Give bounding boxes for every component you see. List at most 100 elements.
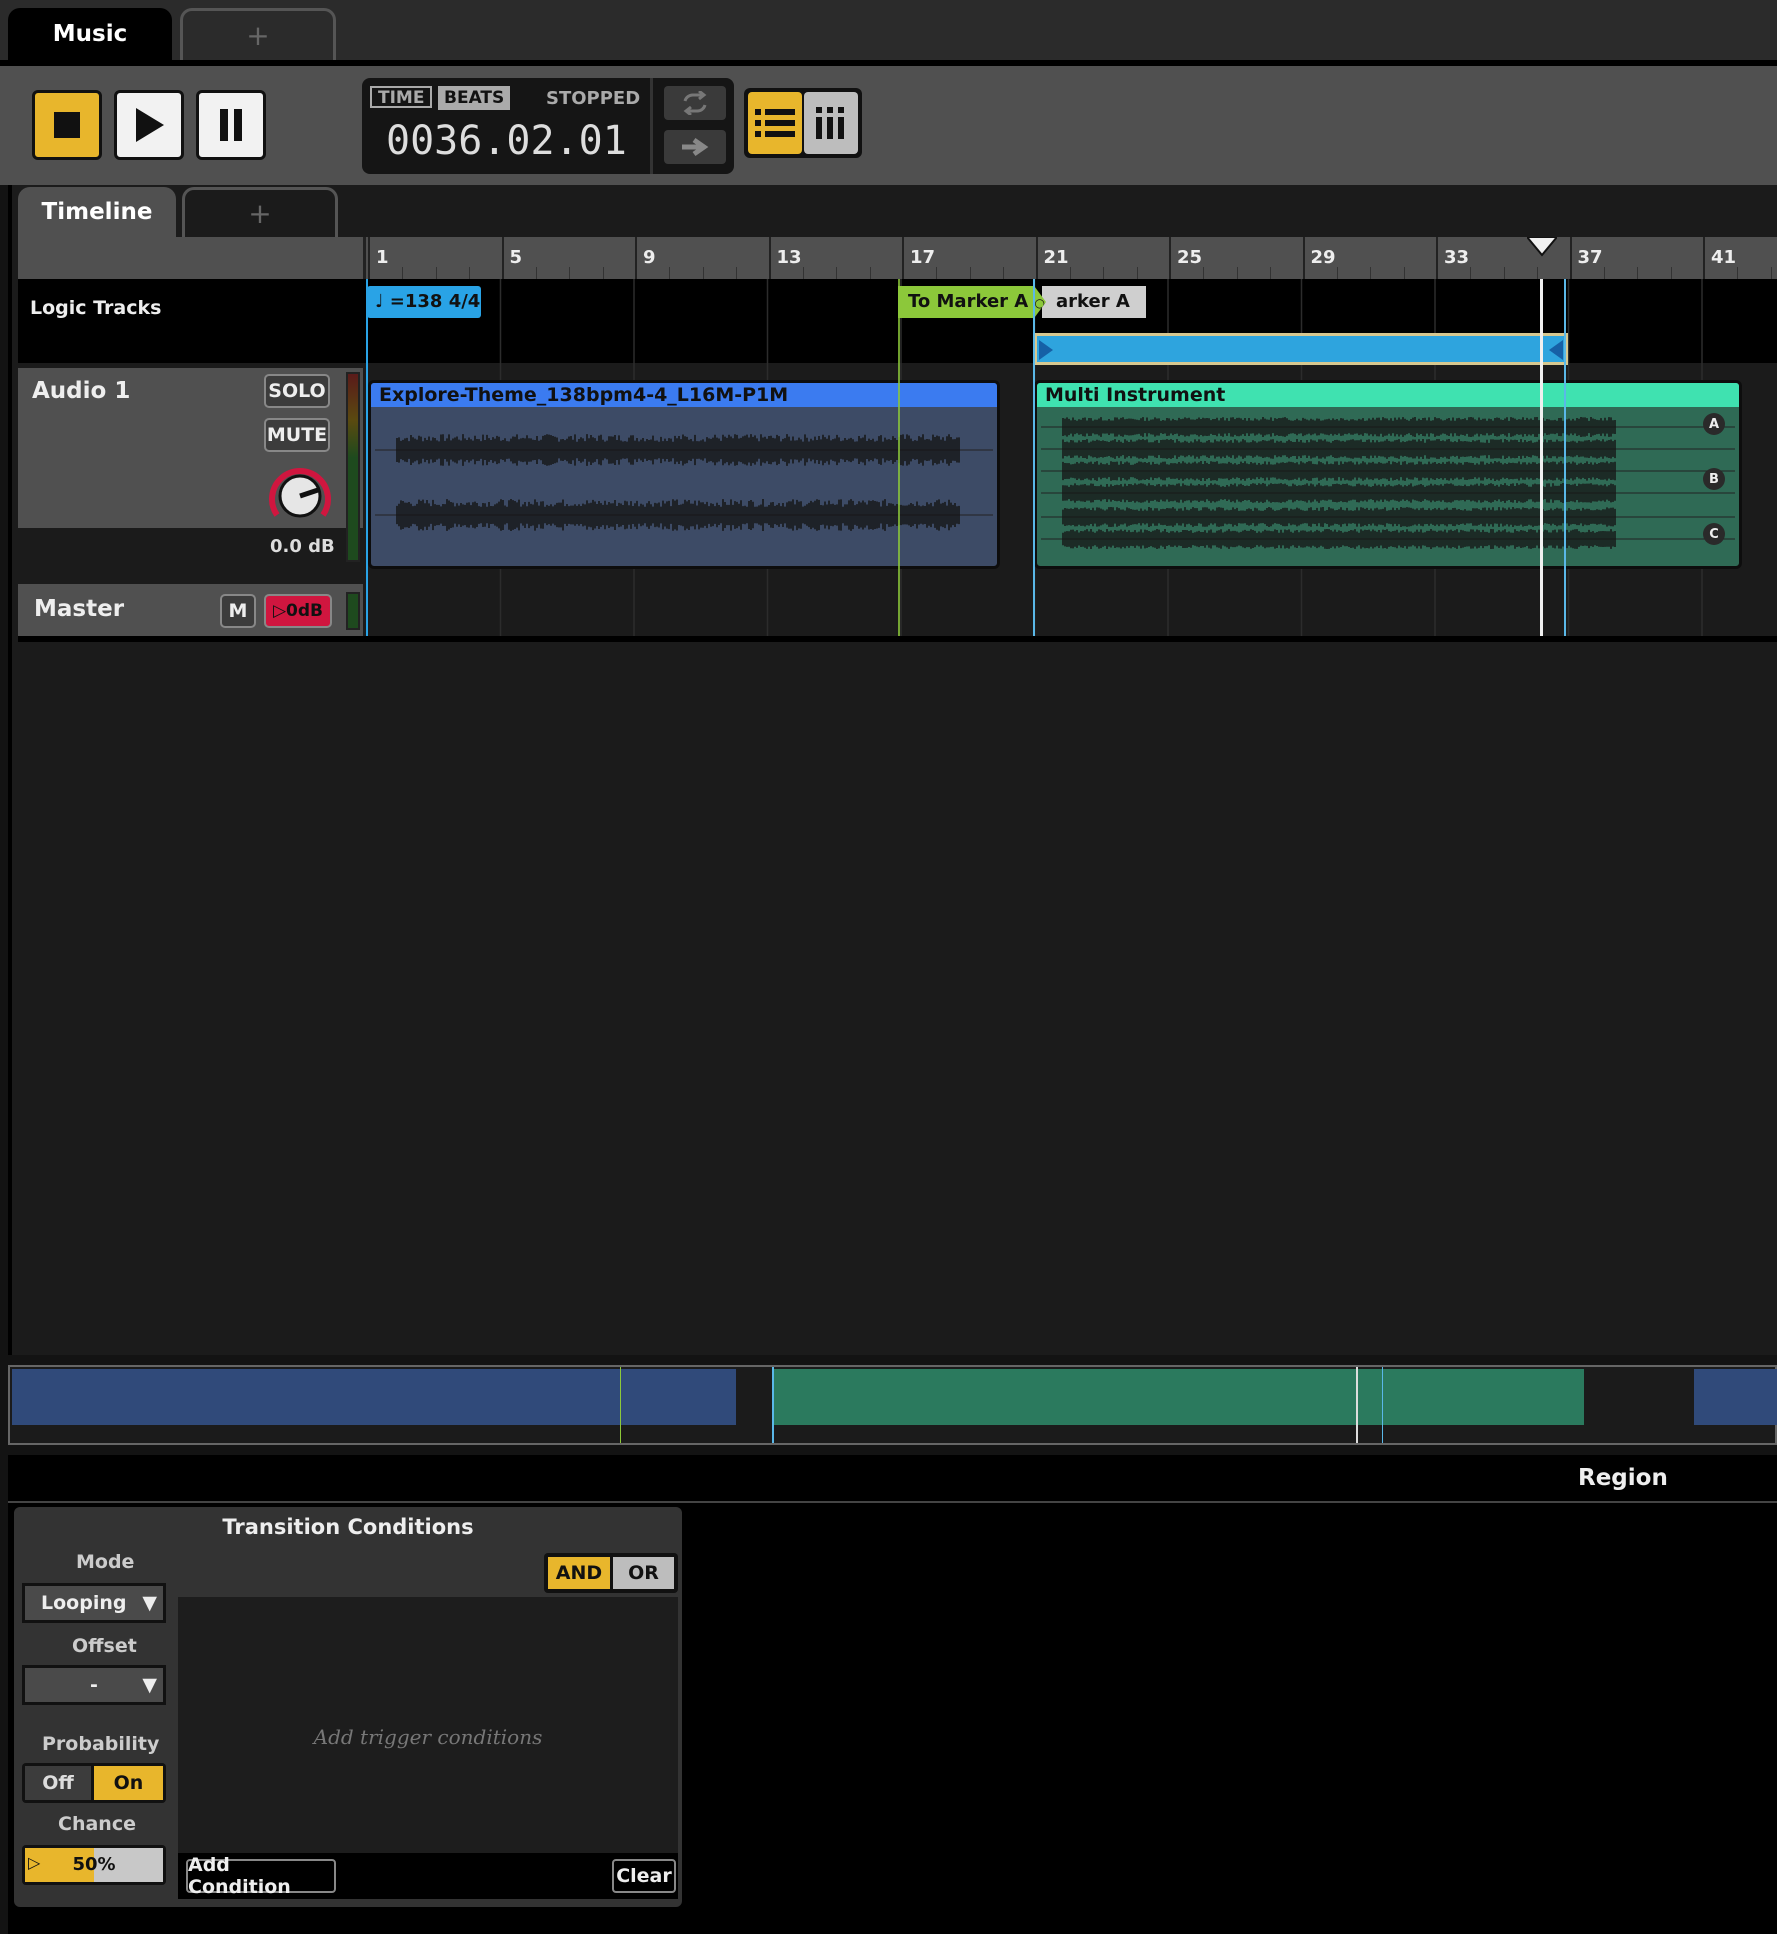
ruler-minor-tick <box>1470 267 1472 279</box>
mode-value: Looping <box>41 1592 127 1614</box>
overview-clip-3 <box>1694 1369 1777 1425</box>
transition-conditions-title: Transition Conditions <box>222 1515 474 1539</box>
tracks-bottom-divider <box>18 636 1777 642</box>
play-icon <box>136 108 164 142</box>
probability-off-button[interactable]: Off <box>25 1766 91 1800</box>
transition-marker-line <box>898 279 900 642</box>
beats-format-tab[interactable]: BEATS <box>438 86 511 110</box>
transition-marker-label: To Marker A <box>908 291 1029 312</box>
region-panel: Region Transition Conditions Mode Loopin… <box>8 1455 1777 1934</box>
list-view-button[interactable] <box>748 92 802 154</box>
destination-marker[interactable]: arker A <box>1042 286 1146 318</box>
master-mute-button[interactable]: M <box>220 594 256 628</box>
overview-transition-line <box>620 1367 621 1443</box>
columns-icon <box>816 107 844 139</box>
offset-label: Offset <box>72 1635 137 1657</box>
ruler-minor-tick <box>1770 267 1772 279</box>
destination-marker-line <box>1033 279 1035 642</box>
ruler-minor-tick <box>535 267 537 279</box>
ruler-tick-label: 37 <box>1577 247 1603 268</box>
transition-conditions-panel: Transition Conditions Mode Looping ▼ Off… <box>14 1507 682 1907</box>
timeline-ruler[interactable]: 1 5 9 13 17 21 25 29 33 37 41 <box>363 237 1777 279</box>
stop-button[interactable] <box>32 90 102 160</box>
ruler-minor-tick <box>836 267 838 279</box>
ruler-tick-label: 29 <box>1310 247 1336 268</box>
loop-region[interactable] <box>1034 333 1568 365</box>
master-volume-fader[interactable]: ▷ 0dB <box>264 594 332 628</box>
conditions-list[interactable]: Add trigger conditions <box>178 1597 678 1853</box>
ruler-tick <box>1169 237 1171 279</box>
offset-dropdown[interactable]: - ▼ <box>22 1665 166 1705</box>
ruler-minor-tick <box>1336 267 1338 279</box>
tempo-marker[interactable]: ♩ =138 4/4 <box>367 286 481 318</box>
chevron-down-icon: ▼ <box>142 1592 157 1614</box>
or-button[interactable]: OR <box>613 1557 674 1589</box>
ruler-minor-tick <box>1003 267 1005 279</box>
display-divider <box>650 78 653 174</box>
ruler-minor-tick <box>869 267 871 279</box>
destination-marker-label: arker A <box>1056 291 1130 312</box>
ruler-minor-tick <box>602 267 604 279</box>
ruler-minor-tick <box>469 267 471 279</box>
ruler-minor-tick <box>1136 267 1138 279</box>
ruler-minor-tick <box>802 267 804 279</box>
ruler-minor-tick <box>969 267 971 279</box>
master-level-meter <box>346 592 360 630</box>
clip-title: Explore-Theme_138bpm4-4_L16M-P1M <box>371 383 997 407</box>
add-condition-button[interactable]: Add Condition <box>186 1854 336 1898</box>
pause-icon <box>220 109 242 141</box>
overview-playhead <box>1356 1367 1358 1443</box>
time-display: TIME BEATS STOPPED 0036.02.01 <box>362 78 734 174</box>
fader-arrow-icon: ▷ <box>272 601 287 621</box>
and-button[interactable]: AND <box>548 1557 610 1589</box>
region-header: Region <box>8 1455 1777 1503</box>
loop-toggle[interactable] <box>664 86 726 120</box>
master-track-header: Master M ▷ 0dB <box>18 584 363 636</box>
ruler-tick-label: 21 <box>1043 247 1069 268</box>
solo-button[interactable]: SOLO <box>264 374 330 408</box>
time-format-tab[interactable]: TIME <box>370 86 433 108</box>
add-editor-tab-button[interactable]: + <box>182 187 338 237</box>
tab-timeline[interactable]: Timeline <box>18 187 176 237</box>
ruler-minor-tick <box>702 267 704 279</box>
chance-slider[interactable]: ▷ 50% <box>22 1845 166 1885</box>
mode-dropdown[interactable]: Looping ▼ <box>22 1583 166 1623</box>
timeline-panel: Timeline + 1 5 9 13 17 21 25 29 33 37 41 Logic Tra… <box>8 185 1777 1355</box>
follow-toggle[interactable] <box>664 130 726 164</box>
overview-clip-2 <box>774 1369 1584 1425</box>
logic-tracks-header: Logic Tracks <box>18 279 363 363</box>
clip-waveform <box>375 434 993 531</box>
pause-button[interactable] <box>196 90 266 160</box>
tempo-marker-label: =138 4/4 <box>389 291 481 312</box>
loop-start-icon <box>1039 340 1053 360</box>
grid-view-button[interactable] <box>804 92 858 154</box>
volume-knob[interactable] <box>264 460 336 532</box>
ruler-minor-tick <box>402 267 404 279</box>
transition-marker[interactable]: To Marker A ○ <box>898 286 1046 318</box>
ruler-minor-tick <box>1236 267 1238 279</box>
clear-button[interactable]: Clear <box>612 1859 676 1893</box>
ruler-minor-tick <box>569 267 571 279</box>
stop-icon <box>54 112 80 138</box>
ruler-tick <box>768 237 771 279</box>
play-button[interactable] <box>114 90 184 160</box>
add-tab-button[interactable]: + <box>180 8 336 60</box>
probability-on-button[interactable]: On <box>94 1766 163 1800</box>
transport-status: STOPPED <box>546 88 641 109</box>
ruler-tick <box>1035 237 1038 279</box>
master-volume-readout: 0dB <box>286 601 324 621</box>
ruler-minor-tick <box>1537 267 1539 279</box>
mute-button[interactable]: MUTE <box>264 418 330 452</box>
document-tab-bar: Music + <box>0 0 1777 60</box>
master-track-name: Master <box>34 596 125 622</box>
tab-music[interactable]: Music <box>8 8 172 60</box>
audio-clip-multi-instrument[interactable]: Multi Instrument A B C <box>1034 380 1742 569</box>
audio-clip-explore-theme[interactable]: Explore-Theme_138bpm4-4_L16M-P1M <box>368 380 1000 569</box>
ruler-minor-tick <box>435 267 437 279</box>
overview-loop-end-line <box>1382 1367 1383 1443</box>
logic-mode-toggle: AND OR <box>544 1553 678 1593</box>
ruler-minor-tick <box>1737 267 1739 279</box>
timeline-overview[interactable] <box>8 1365 1777 1445</box>
playhead-handle[interactable] <box>1527 237 1557 257</box>
ruler-tick <box>368 237 370 279</box>
